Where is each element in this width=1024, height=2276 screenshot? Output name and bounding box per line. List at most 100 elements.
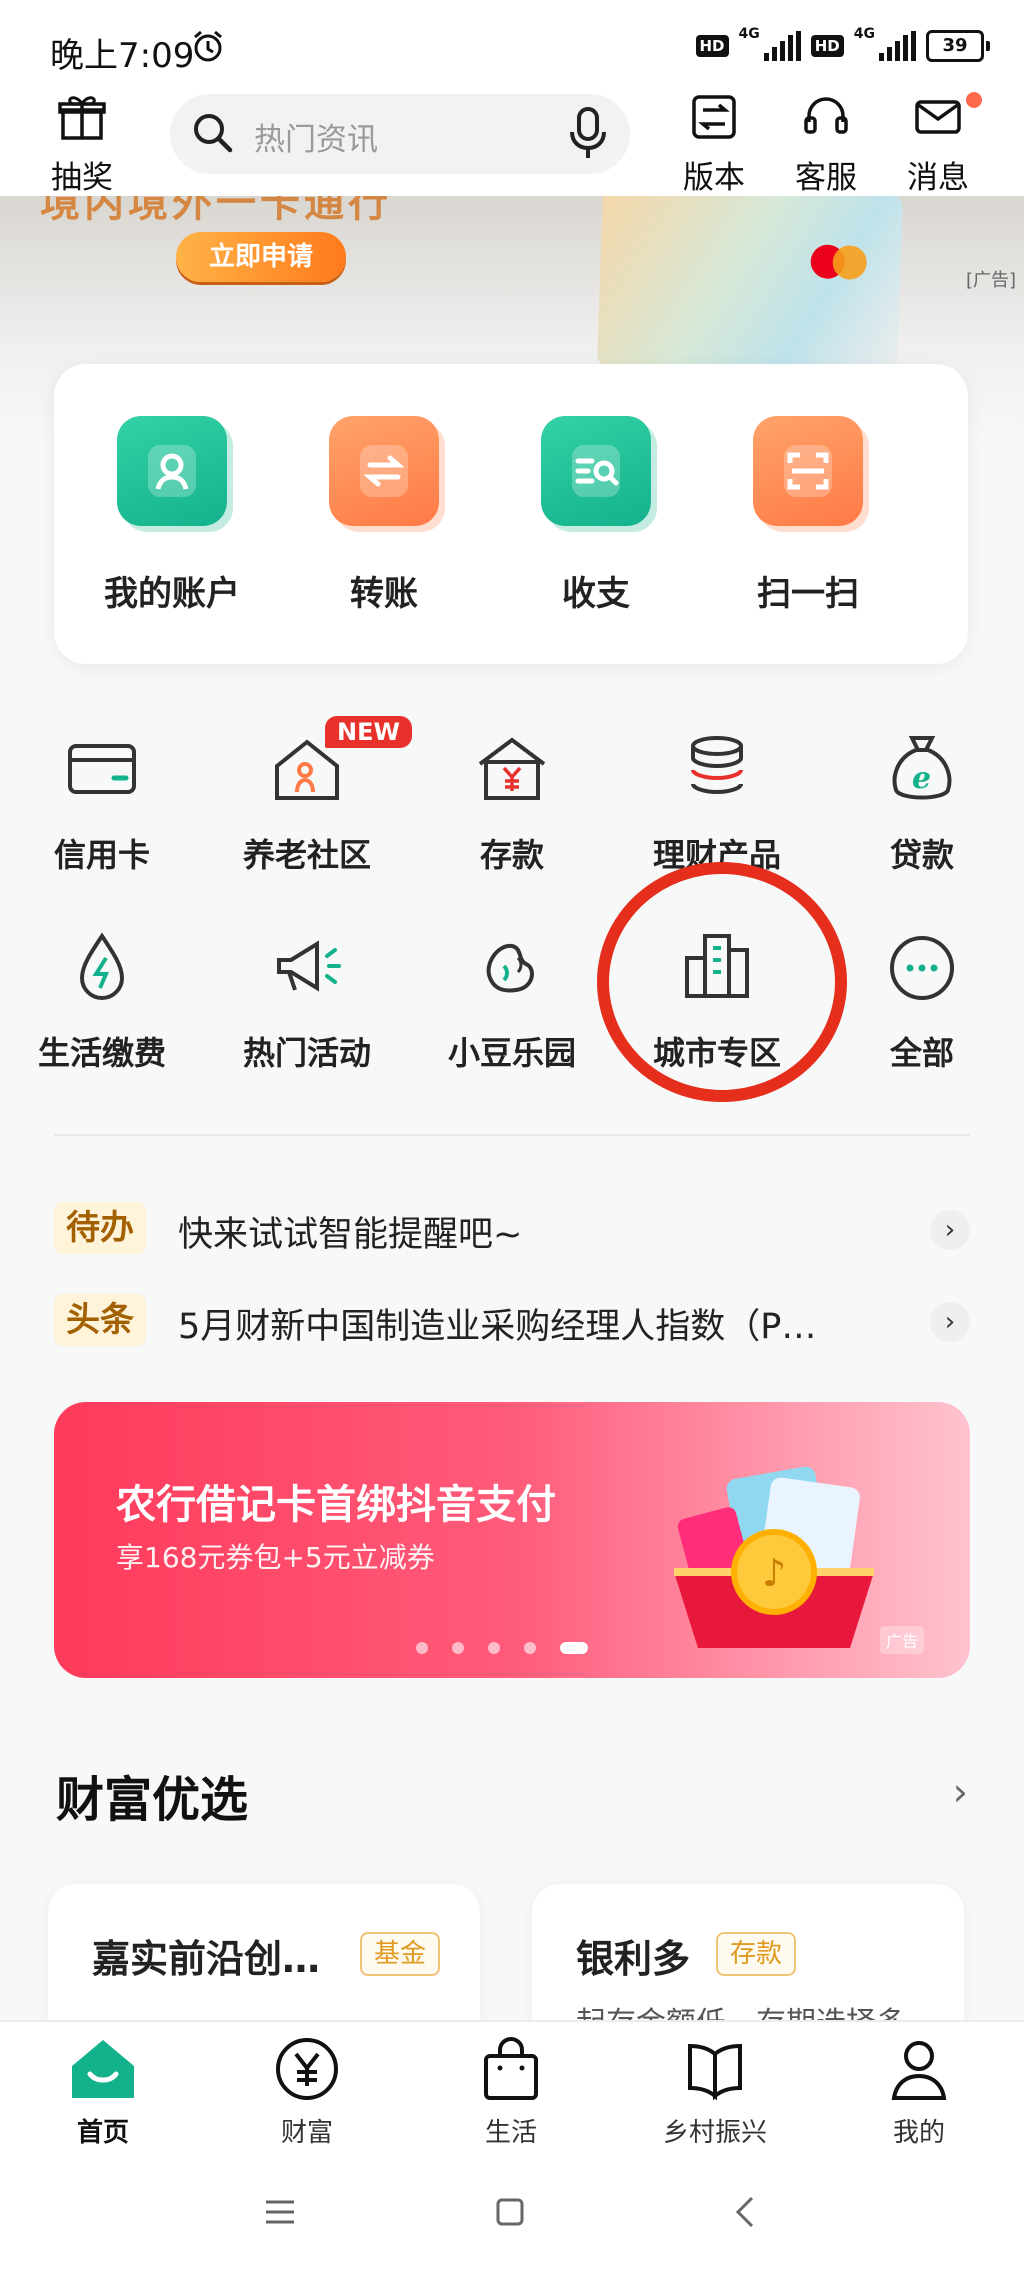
battery-icon: 39 <box>926 30 990 62</box>
service-utility-payment[interactable]: 生活缴费 <box>2 928 202 1074</box>
service-label: 存款 <box>479 836 544 874</box>
elderly-home-icon: NEW <box>267 716 412 810</box>
water-drop-bolt-icon <box>62 928 142 1008</box>
version-label: 版本 <box>683 160 745 196</box>
search-icon <box>194 114 233 153</box>
apply-now-button[interactable]: 立即申请 <box>176 232 346 282</box>
quick-action-income-expense[interactable]: 收支 <box>516 416 676 615</box>
todo-notice-row[interactable]: 待办 快来试试智能提醒吧~ › <box>54 1198 970 1258</box>
version-button[interactable]: 版本 <box>664 92 764 197</box>
search-placeholder: 热门资讯 <box>254 122 378 158</box>
nav-label: 乡村振兴 <box>662 2118 767 2148</box>
search-bar[interactable]: 热门资讯 <box>170 94 630 174</box>
carousel-dots[interactable] <box>416 1642 588 1654</box>
product-type-badge: 基金 <box>360 1932 441 1976</box>
ad-label: [广告] <box>965 270 1016 291</box>
service-label: 小豆乐园 <box>447 1034 576 1072</box>
quick-action-label: 转账 <box>350 574 418 614</box>
nav-label: 生活 <box>484 2118 537 2148</box>
customer-service-button[interactable]: 客服 <box>776 92 876 197</box>
product-card[interactable]: 银利多 存款 起存金额低 存期选择多 <box>532 1884 964 2024</box>
messages-button[interactable]: 消息 <box>888 92 988 197</box>
new-badge: NEW <box>325 716 412 748</box>
nav-mine[interactable]: 我的 <box>844 2036 994 2149</box>
hd-badge-2: HD <box>810 35 844 57</box>
service-label: 信用卡 <box>53 836 150 874</box>
service-bean-park[interactable]: 小豆乐园 <box>412 928 612 1074</box>
hero-headline: 境内境外一卡通行 <box>40 196 392 226</box>
person-icon <box>891 2041 947 2100</box>
service-label: 生活缴费 <box>37 1034 166 1072</box>
service-label: 热门活动 <box>242 1034 371 1072</box>
quick-action-transfer[interactable]: 转账 <box>304 416 464 615</box>
service-label: 养老社区 <box>242 836 371 874</box>
carousel-dot[interactable] <box>416 1642 428 1654</box>
nav-rural-revitalization[interactable]: 乡村振兴 <box>640 2036 790 2149</box>
quick-action-my-account[interactable]: 我的账户 <box>92 416 252 615</box>
service-elderly-community[interactable]: NEW 养老社区 <box>207 716 412 876</box>
service-all[interactable]: 全部 <box>822 928 1022 1074</box>
todo-text: 快来试试智能提醒吧~ <box>178 1215 523 1255</box>
service-label: 客服 <box>795 160 857 196</box>
bottom-navigation: 首页 财富 生活 乡村振兴 我的 <box>0 2020 1024 2162</box>
megaphone-icon <box>267 928 347 1008</box>
gift-icon <box>58 96 106 140</box>
network-type-2: 4G <box>853 26 875 42</box>
lottery-label: 抽奖 <box>51 160 113 196</box>
service-wealth-products[interactable]: 理财产品 <box>617 730 817 876</box>
status-bar: 晚上7:09 HD 4G HD 4G 39 <box>0 0 1024 88</box>
version-switch-icon <box>692 95 736 139</box>
credit-card-icon <box>62 730 142 810</box>
alarm-icon <box>194 30 222 62</box>
nav-label: 首页 <box>76 2118 129 2148</box>
lottery-button[interactable]: 抽奖 <box>32 92 132 197</box>
service-loan[interactable]: e 贷款 <box>822 730 1022 876</box>
promo-banner[interactable]: 农行借记卡首绑抖音支付 享168元券包+5元立减券 ♪ 广告 <box>54 1402 970 1678</box>
hd-badge: HD <box>695 35 729 57</box>
menu-icon[interactable] <box>260 2192 300 2232</box>
quick-action-scan[interactable]: 扫一扫 <box>728 416 888 615</box>
home-square-icon[interactable] <box>490 2192 530 2232</box>
unread-dot <box>966 92 982 108</box>
nav-life[interactable]: 生活 <box>436 2036 586 2149</box>
product-card[interactable]: 嘉实前沿创… 基金 <box>48 1884 480 2024</box>
coin-stack-icon <box>677 730 757 810</box>
service-hot-events[interactable]: 热门活动 <box>207 928 407 1074</box>
chevron-right-icon[interactable]: › <box>953 1770 968 1814</box>
carousel-dot[interactable] <box>488 1642 500 1654</box>
signal-icon <box>763 31 801 61</box>
nav-label: 我的 <box>892 2118 945 2148</box>
service-credit-card[interactable]: 信用卡 <box>2 730 202 876</box>
nav-label: 财富 <box>280 2118 333 2148</box>
shopping-bag-icon <box>484 2037 538 2100</box>
promo-subtitle: 享168元券包+5元立减券 <box>116 1541 435 1574</box>
nav-wealth[interactable]: 财富 <box>232 2036 382 2149</box>
book-icon <box>688 2043 742 2101</box>
headline-tag: 头条 <box>54 1294 146 1346</box>
nav-home[interactable]: 首页 <box>28 2036 178 2149</box>
yuan-circle-icon <box>276 2038 338 2100</box>
bean-icon <box>472 928 552 1008</box>
service-label: 贷款 <box>889 836 954 874</box>
signal-icon-2 <box>879 31 916 61</box>
carousel-dot-active[interactable] <box>560 1642 588 1654</box>
quick-action-label: 收支 <box>562 574 630 614</box>
carousel-dot[interactable] <box>452 1642 464 1654</box>
chevron-right-icon[interactable]: › <box>930 1302 970 1342</box>
section-title: 财富优选 <box>56 1772 249 1828</box>
back-icon[interactable] <box>726 2192 766 2232</box>
promo-title: 农行借记卡首绑抖音支付 <box>116 1482 556 1528</box>
gift-basket-illustration: ♪ <box>674 1466 874 1648</box>
carousel-dot[interactable] <box>524 1642 536 1654</box>
scan-icon <box>753 416 863 526</box>
headline-notice-row[interactable]: 头条 5月财新中国制造业采购经理人指数（P… › <box>54 1290 970 1350</box>
message-label: 消息 <box>907 160 969 196</box>
todo-tag: 待办 <box>54 1202 146 1254</box>
transfer-icon <box>329 416 439 526</box>
quick-action-label: 扫一扫 <box>757 574 859 614</box>
chevron-right-icon[interactable]: › <box>930 1210 970 1250</box>
service-deposit[interactable]: 存款 <box>412 730 612 876</box>
top-bar: 抽奖 热门资讯 版本 客服 消息 <box>0 88 1024 196</box>
microphone-icon[interactable] <box>568 106 608 162</box>
money-bag-icon: e <box>882 730 962 810</box>
